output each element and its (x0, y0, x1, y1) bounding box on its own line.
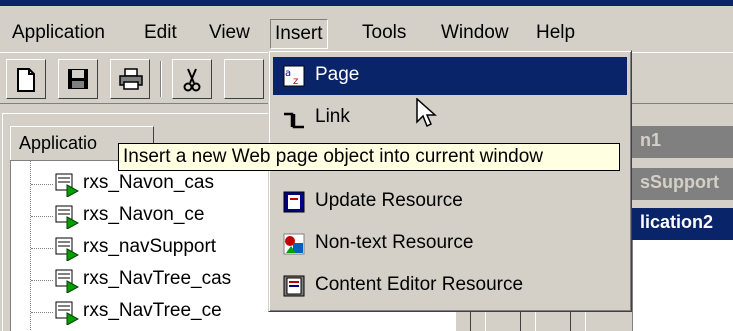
menu-item-update-resource[interactable]: Update Resource (273, 183, 627, 221)
page-az-icon: a z (283, 65, 305, 87)
svg-text:z: z (293, 76, 298, 87)
cut-icon (183, 68, 201, 92)
cut-button[interactable] (172, 59, 212, 99)
print-button[interactable] (110, 59, 150, 99)
menu-application[interactable]: Application (8, 19, 109, 49)
print-icon (119, 68, 143, 90)
tree-connector (30, 161, 31, 331)
menu-item-link[interactable]: Link (273, 99, 627, 137)
pane-header-3[interactable]: lication2 (632, 208, 733, 240)
non-text-resource-icon (283, 233, 305, 255)
menu-item-page[interactable]: a z Page (273, 57, 627, 95)
link-icon (284, 112, 304, 129)
save-icon (68, 69, 88, 89)
toolbar-button-partial[interactable] (224, 59, 264, 99)
svg-text:a: a (285, 68, 291, 79)
pane-header-2[interactable]: sSupport (632, 168, 733, 200)
save-button[interactable] (58, 59, 98, 99)
pane-body (632, 240, 733, 331)
menu-view[interactable]: View (205, 19, 254, 49)
resource-icon (55, 205, 79, 229)
menu-item-label: Page (315, 64, 360, 85)
resource-icon (55, 173, 79, 197)
new-document-button[interactable] (6, 59, 46, 99)
tree-item-label: rxs_Navon_cas (83, 172, 214, 193)
menu-insert[interactable]: Insert (270, 19, 328, 49)
menu-help[interactable]: Help (532, 19, 579, 49)
menu-item-label: Update Resource (315, 190, 463, 211)
menu-item-label: Non-text Resource (315, 232, 474, 253)
tree-item-label: rxs_NavTree_cas (83, 268, 232, 289)
resource-icon (55, 269, 79, 293)
toolbar-separator (160, 61, 162, 97)
insert-menu: a z Page Link Update Resource Non-text R… (268, 50, 632, 312)
menu-tools[interactable]: Tools (358, 19, 410, 49)
menu-item-label: Link (315, 106, 350, 127)
new-document-icon (17, 68, 35, 92)
tooltip: Insert a new Web page object into curren… (118, 143, 620, 171)
menu-bar: Application Edit View Insert Tools Windo… (0, 0, 733, 50)
resource-icon (55, 301, 79, 325)
menu-item-non-text-resource[interactable]: Non-text Resource (273, 225, 627, 263)
tree-item-label: rxs_navSupport (83, 236, 217, 257)
menu-edit[interactable]: Edit (140, 19, 181, 49)
mouse-cursor-icon (416, 98, 437, 128)
tree-item-label: rxs_NavTree_ce (83, 300, 222, 321)
content-editor-resource-icon (283, 275, 305, 297)
resource-icon (55, 237, 79, 261)
menu-item-label: Content Editor Resource (315, 274, 524, 295)
menu-item-content-editor-resource[interactable]: Content Editor Resource (273, 267, 627, 305)
pane-header-1[interactable]: n1 (632, 126, 733, 158)
update-resource-icon (283, 191, 305, 213)
tree-item-label: rxs_Navon_ce (83, 204, 205, 225)
menu-window[interactable]: Window (437, 19, 513, 49)
